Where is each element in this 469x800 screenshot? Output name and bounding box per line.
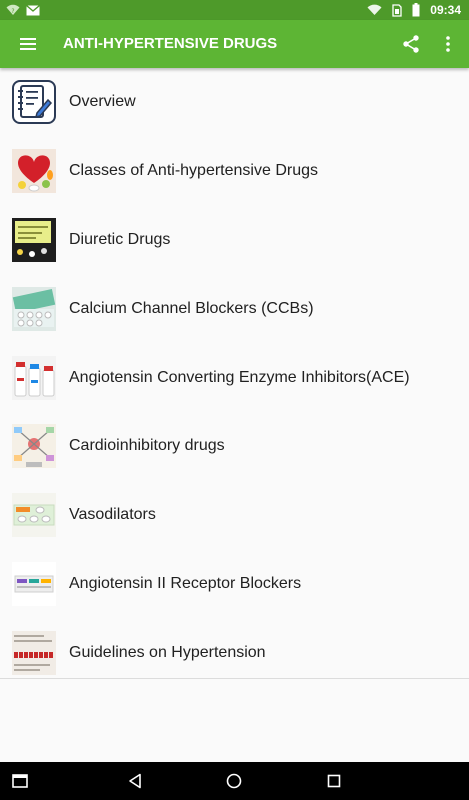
list-item-label: Calcium Channel Blockers (CCBs) <box>69 299 314 317</box>
medicine-box-image <box>12 561 56 606</box>
status-left: ? <box>6 2 40 18</box>
svg-text:?: ? <box>11 8 14 15</box>
notepad-icon <box>12 80 56 125</box>
recent-apps-square-icon <box>12 774 28 788</box>
list-item-overview[interactable]: Overview <box>0 68 469 137</box>
more-options-button[interactable] <box>433 26 463 62</box>
wifi-question-icon: ? <box>6 4 20 15</box>
more-vert-icon <box>446 36 450 52</box>
nav-bar <box>0 762 469 800</box>
tablet-strip-image <box>12 493 56 538</box>
status-right: 09:34 <box>367 2 461 18</box>
back-icon <box>129 773 141 789</box>
home-button[interactable] <box>214 766 254 796</box>
list-item-diuretic[interactable]: Diuretic Drugs <box>0 206 469 275</box>
blister-pack-image <box>12 286 56 331</box>
wifi-icon <box>367 4 382 16</box>
list-divider <box>0 678 469 679</box>
share-button[interactable] <box>393 26 429 62</box>
recent-apps-button[interactable] <box>0 766 40 796</box>
hypertension-text-image <box>12 630 56 675</box>
share-icon <box>403 35 419 53</box>
list-item-label: Classes of Anti-hypertensive Drugs <box>69 162 318 180</box>
bottles-image <box>12 355 56 400</box>
list-item-label: Angiotensin Converting Enzyme Inhibitors… <box>69 368 410 386</box>
menu-button[interactable] <box>10 26 46 62</box>
overview-icon <box>327 774 341 788</box>
list-item-ace[interactable]: Angiotensin Converting Enzyme Inhibitors… <box>0 343 469 412</box>
back-button[interactable] <box>115 766 155 796</box>
battery-icon <box>412 3 420 17</box>
list-item-cardioinhibitory[interactable]: Cardioinhibitory drugs <box>0 412 469 481</box>
sim-icon <box>392 3 402 17</box>
app-title: ANTI-HYPERTENSIVE DRUGS <box>63 35 278 52</box>
overview-button[interactable] <box>314 766 354 796</box>
list-item-classes[interactable]: Classes of Anti-hypertensive Drugs <box>0 137 469 206</box>
diagram-image <box>12 424 56 469</box>
list-item-label: Vasodilators <box>69 506 156 524</box>
list-item-arb[interactable]: Angiotensin II Receptor Blockers <box>0 550 469 619</box>
diuretic-image <box>12 217 56 262</box>
list-item-label: Angiotensin II Receptor Blockers <box>69 574 302 592</box>
menu-icon <box>20 38 36 50</box>
list-item-label: Cardioinhibitory drugs <box>69 437 225 455</box>
status-time: 09:34 <box>430 3 461 17</box>
list-item-guidelines[interactable]: Guidelines on Hypertension <box>0 618 469 687</box>
home-icon <box>226 773 242 789</box>
list-item-ccb[interactable]: Calcium Channel Blockers (CCBs) <box>0 274 469 343</box>
app-bar: ANTI-HYPERTENSIVE DRUGS <box>0 20 469 68</box>
list-item-label: Guidelines on Hypertension <box>69 643 266 661</box>
list-item-vasodilators[interactable]: Vasodilators <box>0 481 469 550</box>
status-bar: ? 09:34 <box>0 0 469 20</box>
mail-icon <box>26 4 40 15</box>
list-item-label: Diuretic Drugs <box>69 230 171 248</box>
pills-heart-image <box>12 149 56 194</box>
topic-list: Overview Classes of Anti-hypertensive Dr… <box>0 68 469 688</box>
list-item-label: Overview <box>69 93 136 111</box>
